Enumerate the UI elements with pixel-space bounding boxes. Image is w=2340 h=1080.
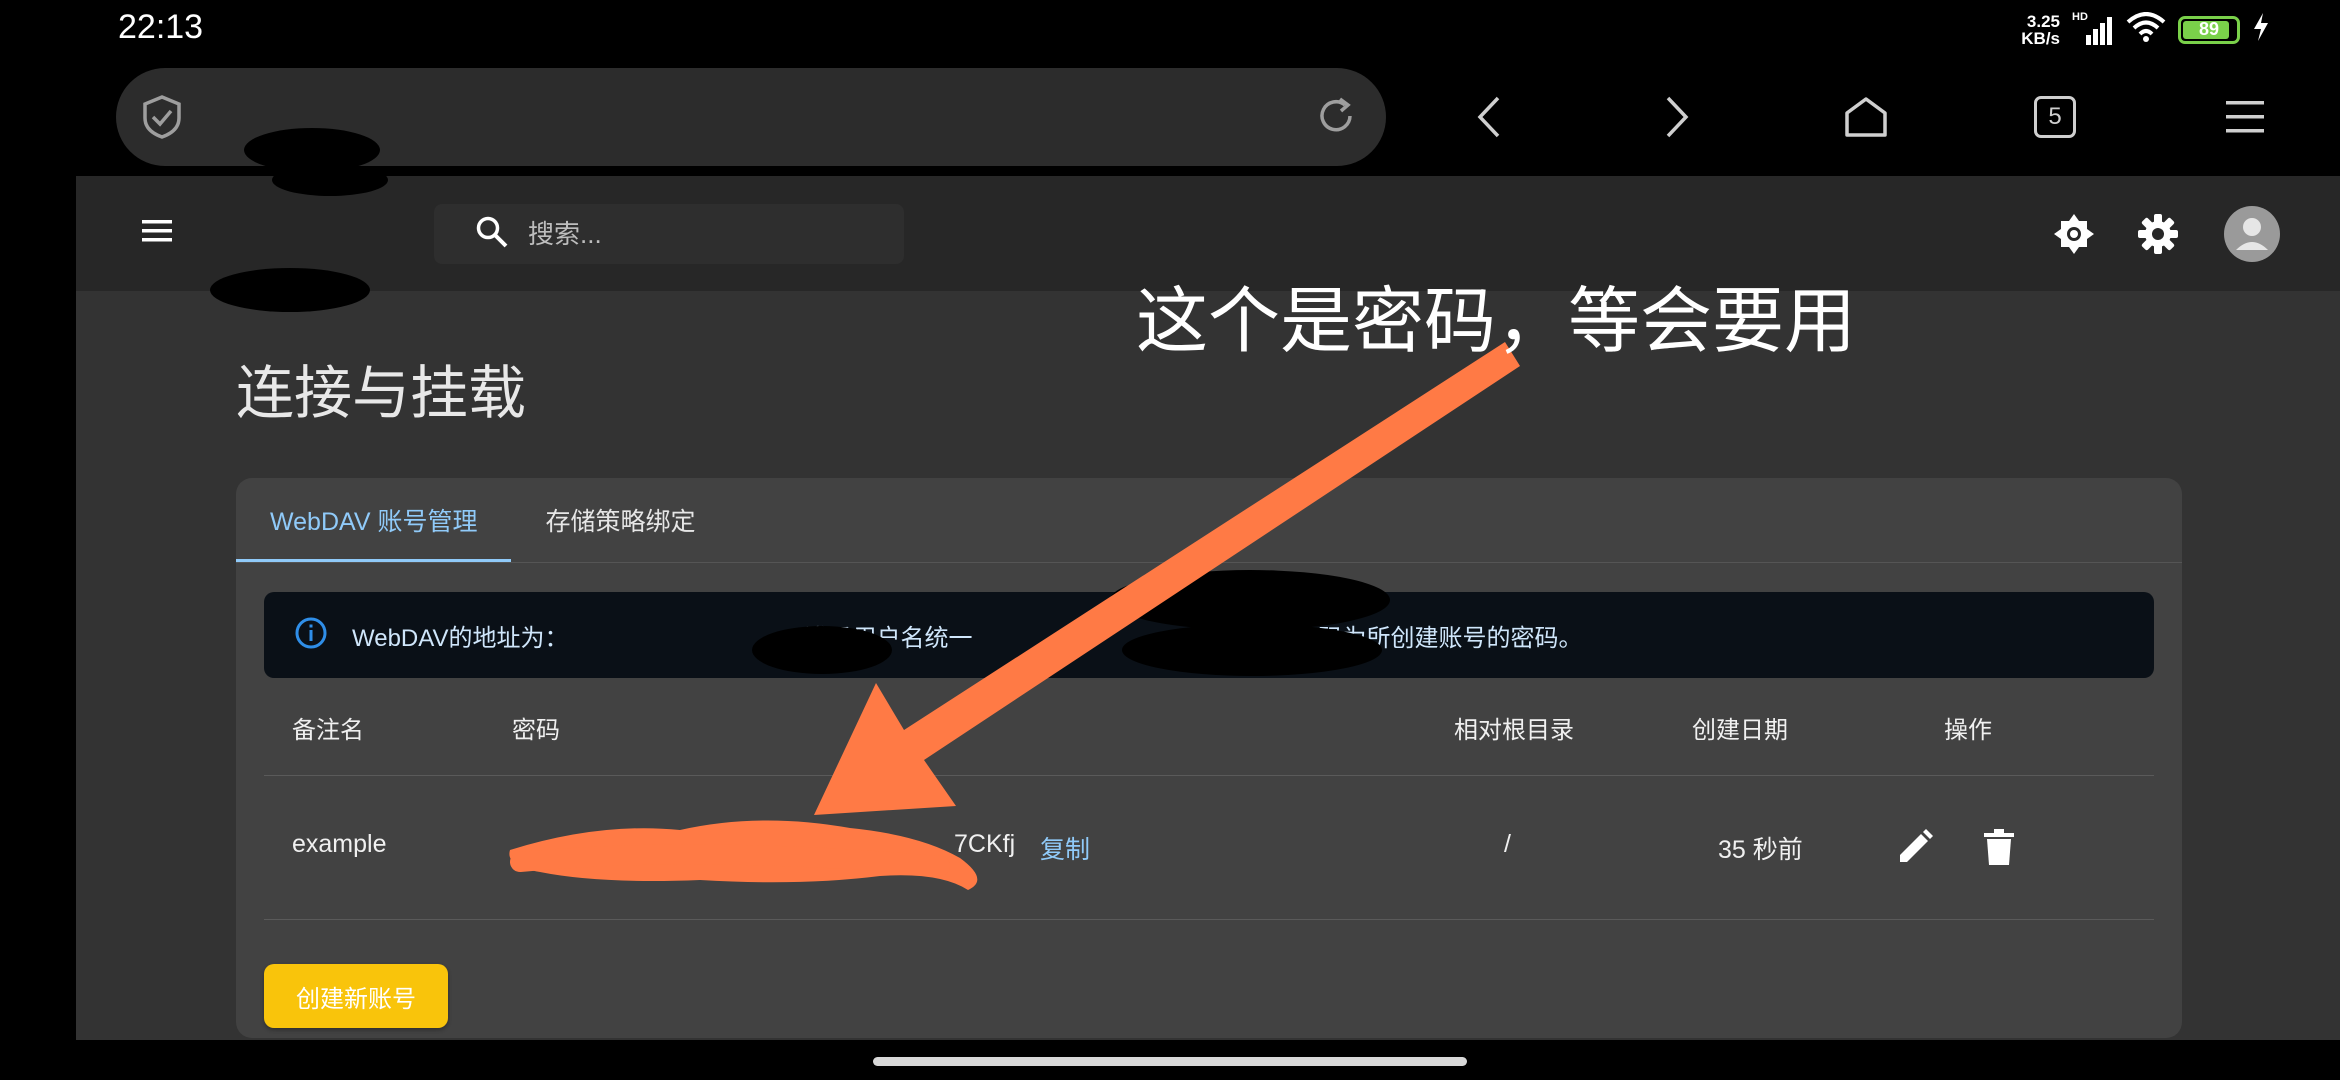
- browser-menu-icon[interactable]: [2210, 82, 2280, 152]
- network-speed: 3.25 KB/s: [2021, 11, 2060, 48]
- status-time: 22:13: [118, 8, 204, 46]
- table-header: 备注名 密码 相对根目录 创建日期 操作: [264, 678, 2154, 776]
- signal-icon: HD: [2072, 11, 2114, 45]
- battery-level: 89: [2198, 19, 2220, 39]
- info-alert: WebDAV的地址为： 登录用户名统一 码为所创建账号的密码。: [264, 592, 2154, 678]
- tab-count: 5: [2034, 96, 2076, 138]
- status-bar: 22:13 3.25 KB/s HD 89: [0, 0, 2340, 62]
- account-password: 7CKfj: [954, 830, 1016, 858]
- search-icon: [474, 214, 510, 255]
- info-icon: [294, 616, 328, 655]
- account-created: 35 秒前: [1718, 836, 1803, 864]
- page-title: 连接与挂载: [236, 361, 527, 426]
- tab-divider: [236, 562, 2182, 563]
- delete-icon[interactable]: [1974, 822, 2024, 872]
- content-card: WebDAV 账号管理 存储策略绑定 WebDAV的地址为： 登录用户名统一 码为所…: [236, 478, 2182, 1038]
- menu-icon[interactable]: [134, 208, 180, 259]
- shield-check-icon[interactable]: [140, 94, 184, 145]
- forward-icon[interactable]: [1642, 82, 1712, 152]
- search-box[interactable]: [434, 204, 904, 264]
- accounts-table: 备注名 密码 相对根目录 创建日期 操作 example 7CKfj 复制 / …: [264, 678, 2154, 920]
- battery-icon: 89: [2178, 15, 2240, 44]
- account-name: example: [292, 830, 387, 858]
- wifi-icon: [2126, 12, 2166, 47]
- header-actions: 操作: [1944, 717, 1992, 744]
- signal-badge: HD: [2072, 10, 2088, 23]
- home-indicator[interactable]: [873, 1057, 1467, 1066]
- back-icon[interactable]: [1454, 82, 1524, 152]
- header-created: 创建日期: [1692, 717, 1788, 744]
- tabs-icon[interactable]: 5: [2020, 82, 2090, 152]
- address-bar[interactable]: [116, 68, 1386, 166]
- account-root: /: [1504, 830, 1511, 858]
- status-icons: 3.25 KB/s HD 89: [2021, 11, 2270, 48]
- header-root: 相对根目录: [1454, 717, 1574, 744]
- tab-storage-policy[interactable]: 存储策略绑定: [511, 478, 729, 562]
- header-name: 备注名: [292, 717, 364, 744]
- avatar-icon[interactable]: [2224, 206, 2280, 262]
- table-row: example 7CKfj 复制 / 35 秒前: [264, 776, 2154, 920]
- create-account-button[interactable]: 创建新账号: [264, 964, 448, 1028]
- home-icon[interactable]: [1831, 82, 1901, 152]
- tab-webdav-accounts[interactable]: WebDAV 账号管理: [236, 478, 512, 562]
- copy-password-link[interactable]: 复制: [1040, 830, 1090, 866]
- reload-icon[interactable]: [1312, 92, 1360, 145]
- theme-brightness-icon[interactable]: [2046, 206, 2102, 262]
- browser-toolbar: 5: [0, 62, 2340, 176]
- tab-bar: WebDAV 账号管理 存储策略绑定: [236, 478, 729, 562]
- header-password: 密码: [512, 717, 560, 744]
- charging-icon: [2252, 13, 2270, 46]
- settings-icon[interactable]: [2130, 206, 2186, 262]
- search-input[interactable]: [528, 218, 904, 250]
- edit-icon[interactable]: [1890, 822, 1940, 872]
- annotation-text: 这个是密码，等会要用: [1136, 282, 1857, 362]
- alert-text: WebDAV的地址为： 登录用户名统一 码为所创建账号的密码。: [352, 624, 1583, 652]
